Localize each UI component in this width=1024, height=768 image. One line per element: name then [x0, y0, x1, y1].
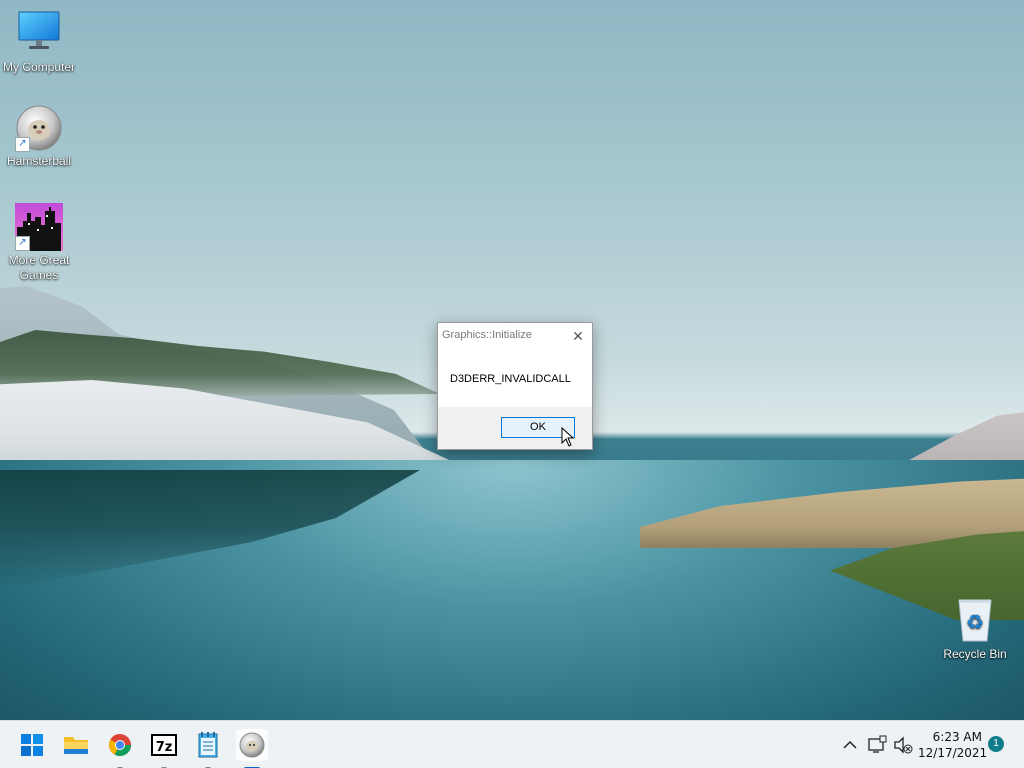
desktop-icon-more-great-games[interactable]: ↗ More Great Games: [0, 203, 78, 283]
shortcut-arrow-icon: ↗: [15, 236, 30, 251]
desktop-icon-recycle-bin[interactable]: ♻ Recycle Bin: [936, 597, 1014, 662]
svg-text:7z: 7z: [156, 740, 173, 755]
desktop-icon-my-computer[interactable]: My Computer: [0, 10, 78, 75]
notification-badge[interactable]: 1: [988, 736, 1004, 752]
desktop-icon-label: My Computer: [2, 60, 76, 74]
close-icon[interactable]: ✕: [568, 326, 588, 346]
taskbar: 7z 6:23 AM 12/17/2021: [0, 720, 1024, 768]
chrome-icon: [109, 734, 131, 756]
taskbar-7zip[interactable]: 7z: [148, 729, 180, 768]
mouse-cursor-icon: [561, 427, 575, 447]
desktop-icon-label: Recycle Bin: [943, 647, 1007, 661]
desktop-icon-hamsterball[interactable]: ↗ Hamsterball: [0, 104, 78, 169]
monitor-icon: [15, 10, 63, 58]
wallpaper-mountain-right: [900, 410, 1024, 465]
taskbar-hamsterball[interactable]: [236, 729, 268, 768]
chevron-up-icon: [843, 740, 857, 749]
system-clock[interactable]: 6:23 AM 12/17/2021: [918, 729, 988, 761]
folder-icon: [64, 737, 88, 754]
volume-button[interactable]: [892, 721, 914, 768]
shortcut-arrow-icon: ↗: [15, 137, 30, 152]
network-disconnected-icon: [868, 735, 887, 753]
city-night-icon: ↗: [15, 203, 63, 251]
clock-date: 12/17/2021: [918, 746, 988, 760]
taskbar-notepad[interactable]: [192, 729, 224, 768]
taskbar-chrome[interactable]: [104, 729, 136, 768]
hamsterball-icon: [239, 732, 265, 758]
speaker-muted-icon: [894, 736, 913, 754]
start-button[interactable]: [16, 729, 48, 761]
windows-start-icon: [21, 734, 43, 756]
clock-time: 6:23 AM: [932, 730, 982, 744]
show-hidden-icons-button[interactable]: [838, 721, 862, 768]
dialog-message: D3DERR_INVALIDCALL: [450, 373, 571, 385]
dialog-title: Graphics::Initialize: [442, 329, 532, 341]
network-button[interactable]: [866, 721, 888, 768]
hamsterball-icon: ↗: [15, 104, 63, 152]
desktop-icon-label: More Great Games: [8, 253, 70, 282]
notepad-icon: [198, 732, 218, 758]
taskbar-file-explorer[interactable]: [60, 729, 92, 761]
svg-text:♻: ♻: [966, 610, 984, 634]
recycle-bin-icon: ♻: [951, 597, 999, 645]
7zip-icon: 7z: [151, 734, 177, 756]
desktop-icon-label: Hamsterball: [6, 154, 72, 168]
